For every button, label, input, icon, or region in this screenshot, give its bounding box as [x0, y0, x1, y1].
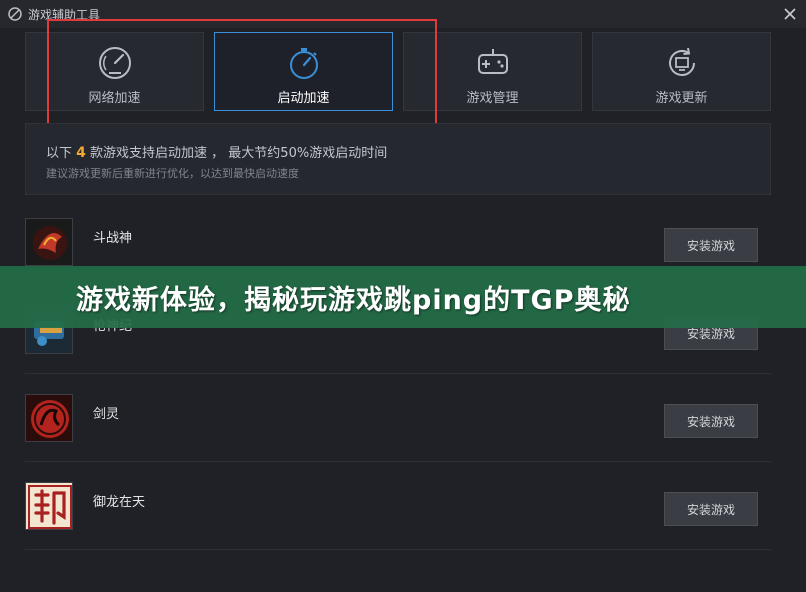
info-hint: 建议游戏更新后重新进行优化，以达到最快启动速度	[46, 167, 299, 180]
list-item: 剑灵 安装游戏	[25, 376, 771, 462]
tab-label: 游戏更新	[655, 91, 708, 106]
game-name: 御龙在天	[93, 495, 146, 510]
game-name: 剑灵	[93, 407, 120, 422]
game-thumbnail	[25, 482, 73, 530]
tab-game-management[interactable]: 游戏管理	[403, 32, 582, 111]
list-item: 御龙在天 安装游戏	[25, 464, 771, 550]
window-title: 游戏辅助工具	[28, 7, 101, 22]
install-game-button[interactable]: 安装游戏	[664, 404, 758, 438]
feature-tabs: 网络加速 启动加速 游戏管理 游戏更新	[25, 32, 771, 112]
tab-label: 启动加速	[277, 91, 330, 106]
tab-label: 网络加速	[88, 91, 141, 106]
info-prefix: 以下	[46, 146, 73, 161]
info-suffix: 款游戏支持启动加速 ， 最大节约50%游戏启动时间	[90, 146, 388, 161]
title-bar: 游戏辅助工具	[0, 0, 806, 28]
supported-count: 4	[76, 145, 86, 161]
game-name: 斗战神	[93, 231, 133, 246]
close-icon[interactable]	[782, 6, 798, 22]
tab-launch-boost[interactable]: 启动加速	[214, 32, 393, 111]
headline-banner: 游戏新体验，揭秘玩游戏跳ping的TGP奥秘	[0, 266, 806, 328]
game-thumbnail	[25, 218, 73, 266]
speedometer-icon	[97, 45, 133, 81]
app-logo-icon	[8, 7, 22, 21]
update-icon	[664, 45, 700, 81]
install-game-button[interactable]: 安装游戏	[664, 228, 758, 262]
tab-network-boost[interactable]: 网络加速	[25, 32, 204, 111]
info-panel: 以下 4 款游戏支持启动加速 ， 最大节约50%游戏启动时间 建议游戏更新后重新…	[25, 123, 771, 195]
gamepad-icon	[475, 45, 511, 81]
info-summary: 以下 4 款游戏支持启动加速 ， 最大节约50%游戏启动时间	[46, 142, 387, 161]
game-thumbnail	[25, 394, 73, 442]
stopwatch-icon	[286, 45, 322, 81]
tab-label: 游戏管理	[466, 91, 519, 106]
tab-game-update[interactable]: 游戏更新	[592, 32, 771, 111]
install-game-button[interactable]: 安装游戏	[664, 492, 758, 526]
banner-headline: 游戏新体验，揭秘玩游戏跳ping的TGP奥秘	[76, 284, 631, 316]
